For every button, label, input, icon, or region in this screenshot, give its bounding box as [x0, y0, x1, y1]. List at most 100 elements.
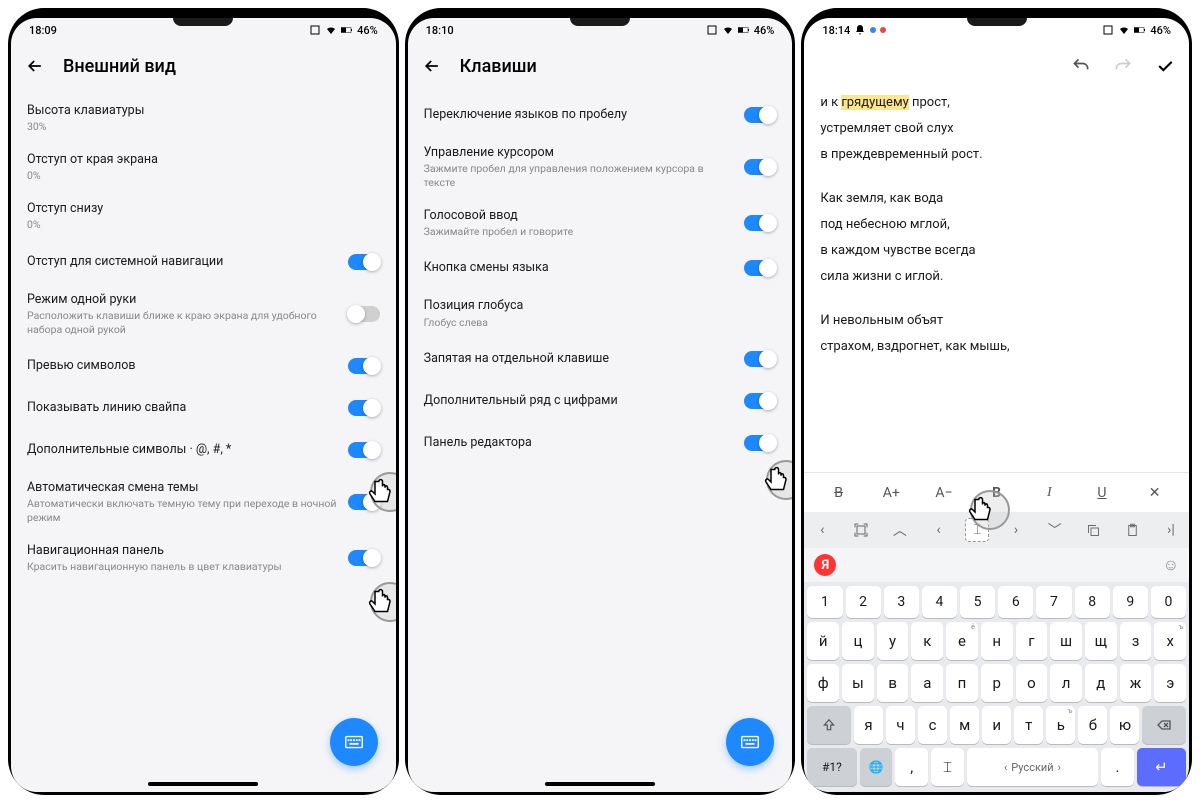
toggle-switch[interactable] [348, 550, 380, 566]
key-и[interactable]: и [982, 706, 1011, 744]
key-б[interactable]: б [1078, 706, 1107, 744]
setting-row[interactable]: Высота клавиатуры30% [11, 94, 396, 143]
key-у[interactable]: у [877, 622, 909, 660]
redo-icon[interactable] [1113, 56, 1133, 76]
emoji-icon[interactable]: ☺ [1163, 555, 1179, 575]
key-ч[interactable]: ч [886, 706, 915, 744]
toggle-switch[interactable] [744, 260, 776, 276]
toggle-switch[interactable] [348, 358, 380, 374]
editor-line[interactable]: под небесною мглой, [820, 212, 1173, 238]
toggle-switch[interactable] [744, 159, 776, 175]
font-increase-button[interactable]: A+ [878, 485, 904, 501]
back-icon[interactable] [422, 56, 442, 76]
setting-row[interactable]: Дополнительный ряд с цифрами [408, 380, 793, 422]
key-с[interactable]: с [918, 706, 947, 744]
italic-button[interactable]: I [1036, 485, 1062, 501]
up-icon[interactable]: ︿ [888, 518, 912, 542]
editor-line[interactable]: устремляет свой слух [820, 116, 1173, 142]
key-9[interactable]: 9 [1113, 586, 1148, 618]
back-icon[interactable] [25, 56, 45, 76]
setting-row[interactable]: Кнопка смены языка [408, 247, 793, 289]
toggle-switch[interactable] [348, 494, 380, 510]
key-ш[interactable]: ш [1050, 622, 1082, 660]
key-й[interactable]: й [807, 622, 839, 660]
settings-list[interactable]: Переключение языков по пробелуУправление… [408, 90, 793, 792]
key-н[interactable]: н [981, 622, 1013, 660]
key-8[interactable]: 8 [1075, 586, 1110, 618]
key-ж[interactable]: ж [1120, 664, 1152, 702]
setting-row[interactable]: Навигационная панельКрасить навигационну… [11, 534, 396, 583]
cursor-mode-key[interactable]: ⌶ [931, 748, 964, 786]
key-3[interactable]: 3 [884, 586, 919, 618]
font-decrease-button[interactable]: A− [931, 485, 957, 501]
nav-bar[interactable] [545, 782, 655, 786]
key-л[interactable]: л [1050, 664, 1082, 702]
setting-row[interactable]: Режим одной рукиРасположить клавиши ближ… [11, 283, 396, 346]
toggle-switch[interactable] [744, 393, 776, 409]
underline-button[interactable]: U [1089, 485, 1115, 501]
setting-row[interactable]: Переключение языков по пробелу [408, 94, 793, 136]
editor-body[interactable]: и к грядущему прост,устремляет свой слух… [804, 90, 1189, 472]
key-1[interactable]: 1 [807, 586, 842, 618]
shift-key[interactable] [807, 706, 851, 744]
setting-row[interactable]: Превью символов [11, 345, 396, 387]
key-д[interactable]: д [1085, 664, 1117, 702]
setting-row[interactable]: Управление курсоромЗажмите пробел для уп… [408, 136, 793, 199]
setting-row[interactable]: Отступ от края экрана0% [11, 143, 396, 192]
key-0[interactable]: 0 [1151, 586, 1186, 618]
key-о[interactable]: о [1016, 664, 1048, 702]
key-ф[interactable]: ф [807, 664, 839, 702]
symbols-key[interactable]: #1? [807, 748, 856, 786]
setting-row[interactable]: Автоматическая смена темыАвтоматически в… [11, 471, 396, 534]
key-ь[interactable]: ьъ [1046, 706, 1075, 744]
editor-line[interactable]: в преждевременный рост. [820, 142, 1173, 168]
left-icon[interactable]: ‹ [927, 518, 951, 542]
yandex-icon[interactable]: Я [814, 554, 836, 576]
editor-line[interactable]: И невольным объят [820, 308, 1173, 334]
setting-row[interactable]: Отступ снизу0% [11, 192, 396, 241]
editor-line[interactable]: Как земля, как вода [820, 186, 1173, 212]
key-в[interactable]: в [877, 664, 909, 702]
setting-row[interactable]: Голосовой вводЗажимайте пробел и говорит… [408, 199, 793, 248]
toggle-switch[interactable] [348, 254, 380, 270]
toggle-switch[interactable] [744, 435, 776, 451]
toggle-switch[interactable] [744, 107, 776, 123]
key-5[interactable]: 5 [960, 586, 995, 618]
setting-row[interactable]: Запятая на отдельной клавише [408, 338, 793, 380]
key-х[interactable]: хъ [1154, 622, 1186, 660]
key-ю[interactable]: ю [1110, 706, 1139, 744]
key-ы[interactable]: ы [842, 664, 874, 702]
key-г[interactable]: г [1016, 622, 1048, 660]
key-к[interactable]: к [911, 622, 943, 660]
keyboard-fab[interactable] [726, 718, 774, 766]
keyboard-fab[interactable] [330, 718, 378, 766]
setting-row[interactable]: Отступ для системной навигации [11, 241, 396, 283]
setting-row[interactable]: Позиция глобусаГлобус слева [408, 289, 793, 338]
editor-line[interactable]: страхом, вздрогнет, как мышь, [820, 334, 1173, 360]
editor-line[interactable]: и к грядущему прост, [820, 90, 1173, 116]
toggle-switch[interactable] [348, 400, 380, 416]
period-key[interactable]: . [1101, 748, 1134, 786]
key-6[interactable]: 6 [998, 586, 1033, 618]
down-icon[interactable]: ﹀ [1043, 518, 1067, 542]
nav-bar[interactable] [148, 782, 258, 786]
toggle-switch[interactable] [744, 215, 776, 231]
key-т[interactable]: т [1014, 706, 1043, 744]
strikethrough-button[interactable]: B [826, 485, 852, 501]
toggle-switch[interactable] [348, 442, 380, 458]
key-э[interactable]: э [1154, 664, 1186, 702]
key-ц[interactable]: ц [842, 622, 874, 660]
key-п[interactable]: п [946, 664, 978, 702]
key-4[interactable]: 4 [922, 586, 957, 618]
key-щ[interactable]: щ [1085, 622, 1117, 660]
key-м[interactable]: м [950, 706, 979, 744]
key-р[interactable]: р [981, 664, 1013, 702]
chevron-left-icon[interactable]: ‹ [810, 518, 834, 542]
bold-button[interactable]: B [984, 485, 1010, 501]
setting-row[interactable]: Дополнительные символы · @, #, * [11, 429, 396, 471]
comma-key[interactable]: , [895, 748, 928, 786]
key-2[interactable]: 2 [846, 586, 881, 618]
toggle-switch[interactable] [744, 351, 776, 367]
paste-icon[interactable] [1120, 518, 1144, 542]
key-я[interactable]: я [854, 706, 883, 744]
